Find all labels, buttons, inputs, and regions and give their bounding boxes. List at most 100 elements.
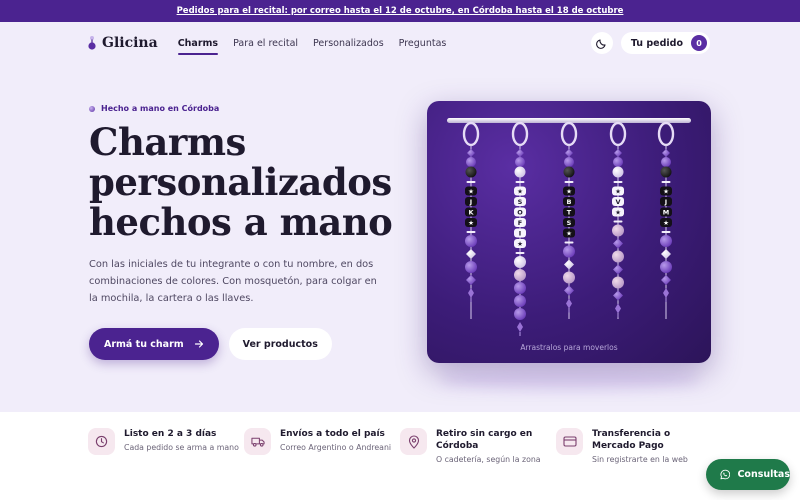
nav-item-personalizados[interactable]: Personalizados (313, 22, 384, 64)
bead (466, 275, 476, 285)
bead-drop (468, 288, 474, 298)
charm-showcase: ★ J K ★ ★ S O F I ★ ★ B T S ★ ★ V ★ ★ J M ★ Arrastralos para … (427, 101, 711, 363)
bead-charm-logo-icon (88, 36, 96, 50)
whatsapp-chat-button[interactable]: Consultas (706, 459, 790, 490)
build-charm-label: Armá tu charm (104, 338, 184, 350)
view-products-button[interactable]: Ver productos (228, 328, 332, 360)
carabiner-ring (462, 121, 480, 147)
letter-bead-char: I (519, 230, 521, 238)
bead-drop (663, 288, 669, 298)
brand-name: Glicina (102, 35, 158, 51)
letter-bead-char: F (518, 219, 522, 227)
feature-title: Listo en 2 a 3 días (124, 429, 217, 439)
hero-description: Con las iniciales de tu integrante o con… (89, 259, 377, 304)
cart-button[interactable]: Tu pedido 0 (620, 32, 710, 54)
feature-item: Retiro sin cargo en Córdoba O cadetería,… (400, 412, 556, 500)
bead-spacer (613, 181, 623, 183)
carabiner-ring (609, 121, 627, 147)
letter-bead-char: ★ (468, 219, 474, 227)
bead-spacer (466, 231, 476, 233)
bead-spacer (661, 181, 671, 183)
announcement-text[interactable]: Pedidos para el recital: por correo hast… (177, 6, 624, 16)
bead (467, 149, 475, 157)
bead-spacer (466, 181, 476, 183)
bead (466, 249, 476, 259)
bead (660, 235, 672, 247)
bead (563, 271, 575, 284)
bead (612, 166, 624, 178)
bead-spacer (515, 181, 525, 183)
bead (660, 261, 672, 273)
bead (465, 166, 477, 178)
features-bar: Listo en 2 a 3 días Cada pedido se arma … (0, 412, 800, 500)
hero-eyebrow-text: Hecho a mano en Córdoba (101, 104, 220, 113)
nav-actions: Tu pedido 0 (590, 32, 710, 54)
carabiner-ring (511, 121, 529, 147)
bead (465, 261, 477, 273)
nav-item-preguntas[interactable]: Preguntas (399, 22, 447, 64)
location-pin-icon (400, 428, 427, 455)
letter-bead-char: V (615, 198, 620, 206)
feature-title: Transferencia o Mercado Pago (592, 429, 671, 451)
hero-cta-row: Armá tu charm Ver productos (89, 328, 399, 360)
whatsapp-icon (720, 469, 731, 480)
bead (662, 149, 670, 157)
hero-content: Hecho a mano en Córdoba Charms personali… (89, 104, 399, 360)
letter-bead-char: S (567, 219, 572, 227)
letter-bead-char: ★ (468, 188, 474, 196)
feature-title: Envíos a todo el país (280, 429, 385, 439)
bead (465, 235, 477, 247)
bead (563, 245, 575, 258)
bead (613, 264, 623, 275)
feature-item: Envíos a todo el país Correo Argentino o… (244, 412, 400, 500)
feature-item: Transferencia o Mercado Pago Sin registr… (556, 412, 712, 500)
brand-logo[interactable]: Glicina (88, 35, 158, 51)
bead-drop (517, 322, 523, 332)
bead (612, 276, 624, 289)
bead (613, 290, 623, 301)
bead (514, 308, 526, 320)
bead (612, 224, 624, 237)
bead (514, 295, 526, 307)
bead (660, 166, 672, 178)
nav-item-para-el-recital[interactable]: Para el recital (233, 22, 298, 64)
clock-icon (88, 428, 115, 455)
feature-subtitle: Cada pedido se arma a mano (124, 443, 239, 452)
letter-bead-char: B (567, 198, 572, 206)
nav-links: Charms Para el recital Personalizados Pr… (177, 22, 447, 64)
feature-title: Retiro sin cargo en Córdoba (436, 429, 533, 451)
build-charm-button[interactable]: Armá tu charm (89, 328, 219, 360)
letter-bead-char: S (518, 198, 523, 206)
letter-bead-char: ★ (615, 209, 621, 217)
bead (565, 149, 573, 157)
feature-subtitle: O cadetería, según la zona (436, 455, 541, 464)
letter-bead-char: ★ (615, 188, 621, 196)
letter-bead-char: ★ (517, 240, 523, 248)
hero-title: Charms personalizados hechos a mano (89, 120, 393, 244)
letter-bead-char: ★ (566, 230, 572, 238)
credit-card-icon (556, 428, 583, 455)
letter-bead-char: ★ (566, 188, 572, 196)
bead-spacer (515, 252, 525, 254)
moon-icon (596, 38, 606, 49)
cart-count-badge: 0 (691, 35, 707, 51)
feature-subtitle: Correo Argentino o Andreani (280, 443, 392, 452)
bead (466, 157, 476, 167)
nav-item-charms[interactable]: Charms (177, 22, 219, 64)
bead (564, 157, 574, 167)
showcase-caption: Arrastralos para moverlos (520, 343, 618, 352)
bead (613, 157, 623, 167)
bead (514, 166, 526, 178)
feature-subtitle: Sin registrarte en la web (592, 455, 688, 464)
bead (514, 269, 526, 281)
hero-eyebrow: Hecho a mano en Córdoba (89, 104, 399, 113)
announcement-bar: Pedidos para el recital: por correo hast… (0, 0, 800, 22)
bead (515, 157, 525, 167)
bead (612, 250, 624, 263)
main-nav: Glicina Charms Para el recital Personali… (0, 22, 800, 64)
bead-spacer (613, 220, 623, 223)
bead (661, 157, 671, 167)
carabiner-ring (657, 121, 675, 147)
bead (514, 282, 526, 294)
theme-toggle-button[interactable] (590, 32, 613, 54)
